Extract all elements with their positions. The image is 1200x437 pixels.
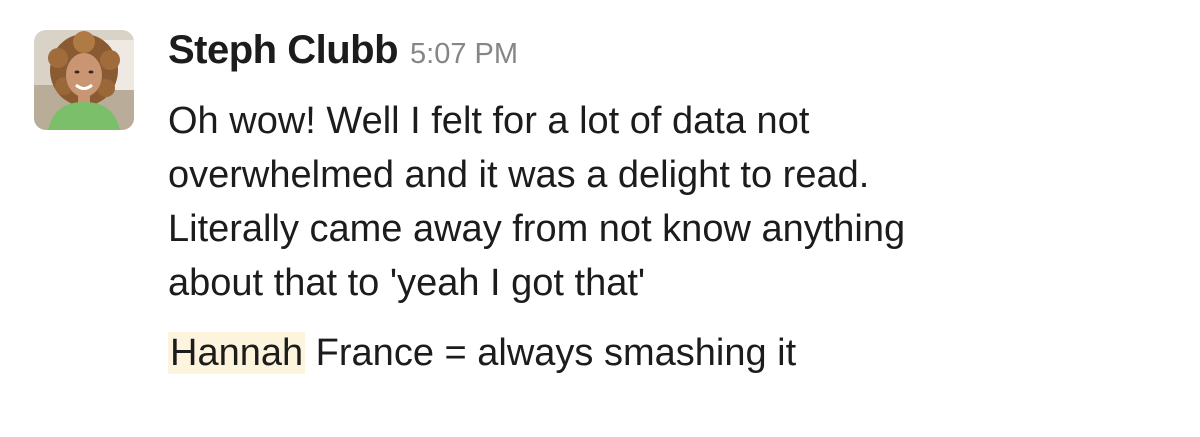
message-paragraph: Hannah France = always smashing it: [168, 326, 1178, 380]
message-line: about that to 'yeah I got that': [168, 262, 646, 304]
avatar-image: [34, 30, 134, 130]
message-line: Literally came away from not know anythi…: [168, 208, 906, 250]
message-content: Steph Clubb 5:07 PM Oh wow! Well I felt …: [168, 28, 1178, 380]
chat-message: Steph Clubb 5:07 PM Oh wow! Well I felt …: [0, 0, 1200, 437]
message-timestamp[interactable]: 5:07 PM: [410, 38, 518, 71]
user-mention[interactable]: Hannah: [168, 332, 306, 374]
message-body: Oh wow! Well I felt for a lot of data no…: [168, 94, 1178, 380]
message-header: Steph Clubb 5:07 PM: [168, 28, 1178, 92]
message-line: Oh wow! Well I felt for a lot of data no…: [168, 100, 810, 142]
message-line: overwhelmed and it was a delight to read…: [168, 154, 870, 196]
message-paragraph: Oh wow! Well I felt for a lot of data no…: [168, 94, 1178, 310]
avatar[interactable]: [34, 30, 134, 130]
message-text: France = always smashing it: [305, 332, 797, 374]
author-name[interactable]: Steph Clubb: [168, 28, 399, 73]
